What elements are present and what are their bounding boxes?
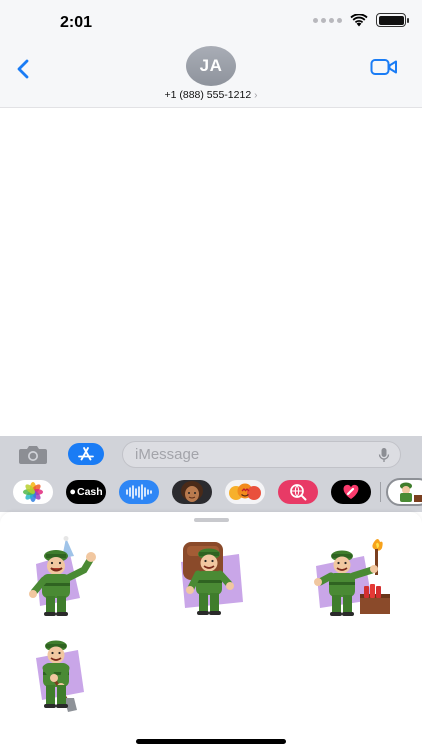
memoji-face-icon bbox=[181, 481, 203, 502]
app-drawer: ● Cash bbox=[0, 472, 422, 512]
apple-cash-label: Cash bbox=[76, 486, 103, 498]
image-search-icon[interactable] bbox=[278, 480, 318, 504]
sticker-soldier-shovel[interactable] bbox=[22, 632, 106, 716]
conversation-header: 2:01 JA +1 (888) 555-1212 › bbox=[0, 0, 422, 108]
status-time: 2:01 bbox=[60, 14, 93, 31]
status-icons bbox=[313, 13, 409, 27]
sticker-soldier-torch[interactable] bbox=[308, 536, 392, 620]
home-indicator[interactable] bbox=[136, 739, 286, 744]
chevron-right-icon: › bbox=[254, 90, 258, 101]
microphone-icon[interactable] bbox=[378, 447, 390, 463]
contact-avatar[interactable]: JA bbox=[186, 46, 236, 86]
facetime-video-icon[interactable] bbox=[370, 57, 398, 77]
sticker-sheet bbox=[0, 512, 422, 750]
messages-screen: 2:01 JA +1 (888) 555-1212 › iMessage ● C… bbox=[0, 0, 422, 750]
digital-touch-icon[interactable] bbox=[331, 480, 371, 504]
app-store-icon bbox=[78, 447, 94, 461]
photos-icon[interactable] bbox=[13, 480, 53, 504]
contact-name-row[interactable]: +1 (888) 555-1212 › bbox=[0, 89, 422, 101]
heart-touch-icon bbox=[343, 484, 359, 499]
message-input-bar bbox=[0, 436, 422, 472]
memoji-stickers-icon[interactable] bbox=[225, 480, 265, 504]
app-store-button[interactable] bbox=[68, 443, 104, 465]
battery-icon bbox=[376, 13, 409, 27]
apple-logo-icon: ● bbox=[69, 486, 76, 498]
waveform-icon bbox=[126, 484, 152, 500]
emoji-faces-icon bbox=[229, 483, 261, 500]
audio-message-icon[interactable] bbox=[119, 480, 159, 504]
sheet-grabber[interactable] bbox=[194, 518, 229, 522]
cellular-signal-icon bbox=[313, 17, 342, 23]
contact-name: +1 (888) 555-1212 bbox=[164, 89, 252, 101]
sticker-soldier-backpack[interactable] bbox=[169, 536, 253, 620]
memoji-icon[interactable] bbox=[172, 480, 212, 504]
camera-icon[interactable] bbox=[18, 443, 48, 465]
message-transcript[interactable] bbox=[0, 109, 422, 436]
army-stickers-app-icon[interactable] bbox=[386, 478, 422, 506]
wifi-icon bbox=[350, 13, 368, 26]
apple-cash-icon[interactable]: ● Cash bbox=[66, 480, 106, 504]
photos-flower-icon bbox=[23, 482, 43, 502]
globe-search-icon bbox=[290, 484, 307, 501]
sticker-soldier-waving[interactable] bbox=[22, 536, 106, 620]
message-field[interactable] bbox=[122, 441, 401, 468]
back-chevron-icon[interactable] bbox=[12, 56, 36, 82]
drawer-divider bbox=[380, 482, 381, 502]
imessage-input[interactable] bbox=[123, 442, 363, 467]
soldier-thumbnail-icon bbox=[400, 482, 422, 502]
